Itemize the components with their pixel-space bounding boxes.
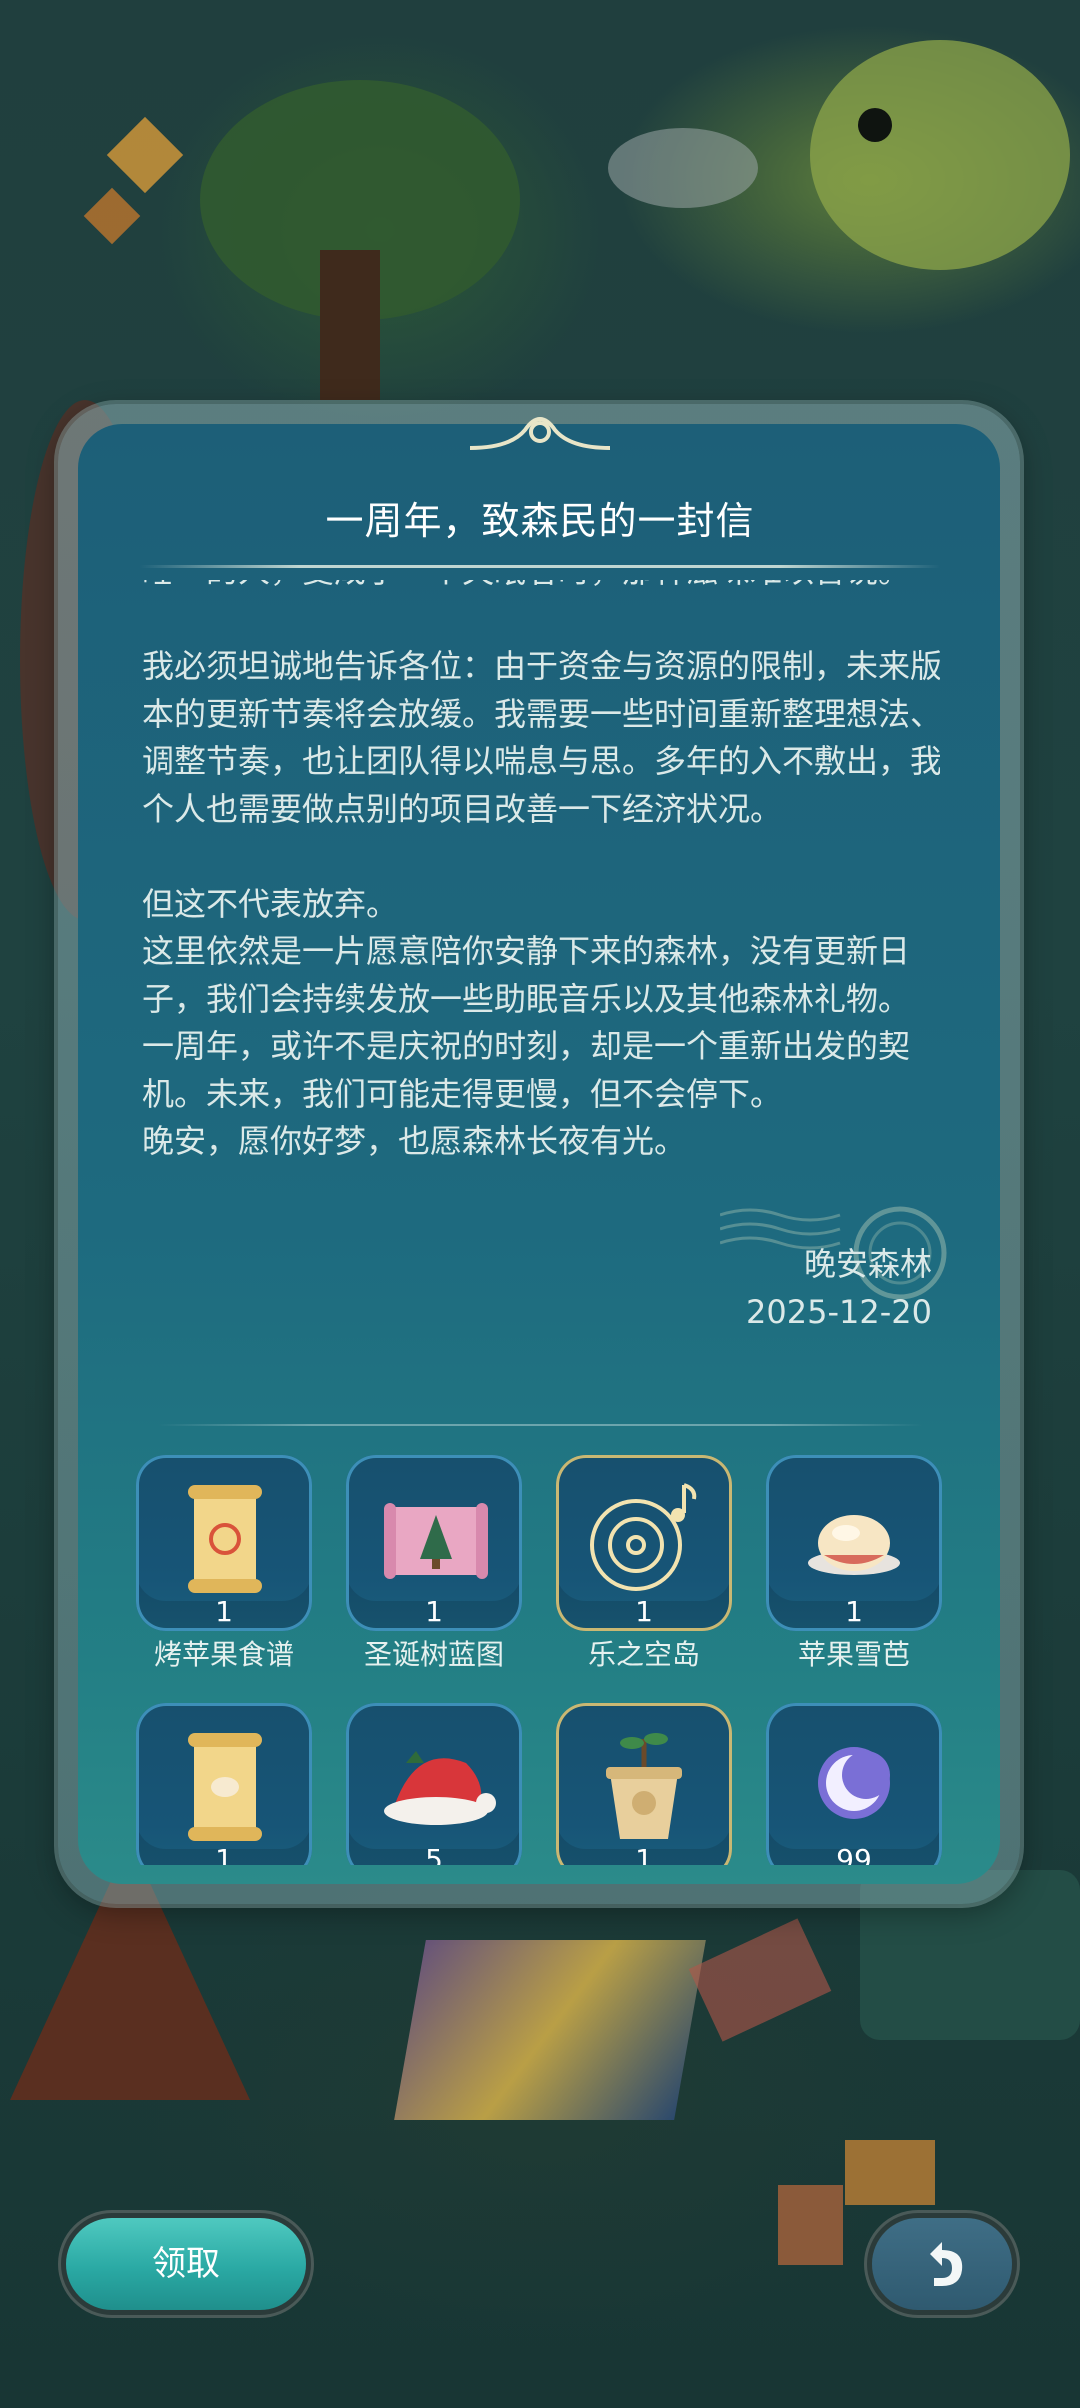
reward-item[interactable]: 1 <box>556 1703 732 1865</box>
reward-tile: 1 <box>136 1455 312 1631</box>
ground-tile <box>845 2140 935 2205</box>
reward-tile: 1 <box>346 1455 522 1631</box>
reward-name: 烤苹果食谱 <box>153 1638 294 1671</box>
reward-count: 5 <box>425 1843 443 1865</box>
reward-count: 1 <box>215 1843 233 1865</box>
reward-tile: 5 <box>346 1703 522 1865</box>
reward-tile: 99 <box>766 1703 942 1865</box>
reward-count: 1 <box>215 1595 233 1628</box>
letter-signature-block: 晚安森林 2025-12-20 <box>640 1240 932 1336</box>
reward-count: 1 <box>635 1843 653 1865</box>
reward-item[interactable]: 1 烤苹果食谱 <box>136 1455 312 1673</box>
reward-tile: 1 <box>556 1703 732 1865</box>
deck-chair-decoration <box>688 1918 832 2042</box>
signature-date: 2025-12-20 <box>746 1293 932 1331</box>
letter-paragraph: 晚安，愿你好梦，也愿森林长夜有光。 <box>142 1122 687 1160</box>
reward-name: 乐之空岛 <box>587 1638 700 1671</box>
recipe-scroll-icon <box>188 1485 262 1593</box>
duck-eye <box>858 108 892 142</box>
crest-ornament-icon <box>470 417 610 450</box>
back-button[interactable] <box>872 2218 1012 2310</box>
star-ornament-icon <box>106 116 184 194</box>
back-arrow-icon <box>930 2242 963 2286</box>
moon-orb-icon <box>818 1747 890 1819</box>
recipe-scroll-icon <box>188 1733 262 1841</box>
letter-body: 睡一的人，变成了一个失眠者时，那种滋味难以言说。 我必须坦诚地告诉各位：由于资金… <box>142 580 940 1166</box>
cloud-decoration <box>608 128 758 208</box>
letter-title: 一周年，致森民的一封信 <box>325 499 755 543</box>
reward-name: 圣诞树蓝图 <box>363 1638 504 1671</box>
flower-pot-decoration <box>778 2185 843 2265</box>
title-divider <box>140 565 940 568</box>
seedling-pot-icon <box>606 1733 682 1839</box>
reward-item[interactable]: 5 <box>346 1703 522 1865</box>
star-ornament-icon <box>83 187 141 245</box>
reward-count: 99 <box>836 1843 872 1865</box>
letter-paragraph: 一周年，或许不是庆祝的时刻，却是一个重新出发的契机。未来，我们可能走得更慢，但不… <box>142 1027 911 1113</box>
rewards-divider <box>158 1424 923 1426</box>
signature-name: 晚安森林 <box>803 1245 932 1283</box>
reward-count: 1 <box>425 1595 443 1628</box>
reward-tile: 1 <box>766 1455 942 1631</box>
reward-tile: 1 <box>136 1703 312 1865</box>
reward-item[interactable]: 1 乐之空岛 <box>556 1455 732 1673</box>
reward-count: 1 <box>845 1595 863 1628</box>
reward-count: 1 <box>635 1595 653 1628</box>
reward-item[interactable]: 1 <box>136 1703 312 1865</box>
tent-decoration <box>394 1940 706 2120</box>
reward-item[interactable]: 1 圣诞树蓝图 <box>346 1455 522 1673</box>
letter-paragraph: 但这不代表放弃。 <box>142 884 399 923</box>
claim-button[interactable]: 领取 <box>66 2218 306 2310</box>
letter-paragraph: 睡一的人，变成了一个失眠者时，那种滋味难以言说。 <box>142 580 940 596</box>
letter-paragraph: 这里依然是一片愿意陪你安静下来的森林，没有更新日子，我们会持续发放一些助眠音乐以… <box>142 932 911 1018</box>
reward-item[interactable]: 99 <box>766 1703 942 1865</box>
reward-tile: 1 <box>556 1455 732 1631</box>
reward-name: 苹果雪芭 <box>797 1638 910 1671</box>
rewards-grid[interactable]: 1 烤苹果食谱 1 圣诞树蓝图 1 乐之空岛 1 苹果雪芭 1 5 1 99 <box>120 1455 960 1865</box>
santa-hat-icon <box>384 1751 496 1825</box>
letter-paragraph: 我必须坦诚地告诉各位：由于资金与资源的限制，未来版本的更新节奏将会放缓。我需要一… <box>142 647 940 828</box>
duck-float-decoration <box>810 40 1070 270</box>
tree-trunk-decoration <box>320 250 380 400</box>
apple-sorbet-icon <box>808 1515 900 1575</box>
music-record-icon <box>590 1483 697 1591</box>
reward-item[interactable]: 1 苹果雪芭 <box>766 1455 942 1673</box>
blueprint-scroll-icon <box>384 1503 488 1579</box>
